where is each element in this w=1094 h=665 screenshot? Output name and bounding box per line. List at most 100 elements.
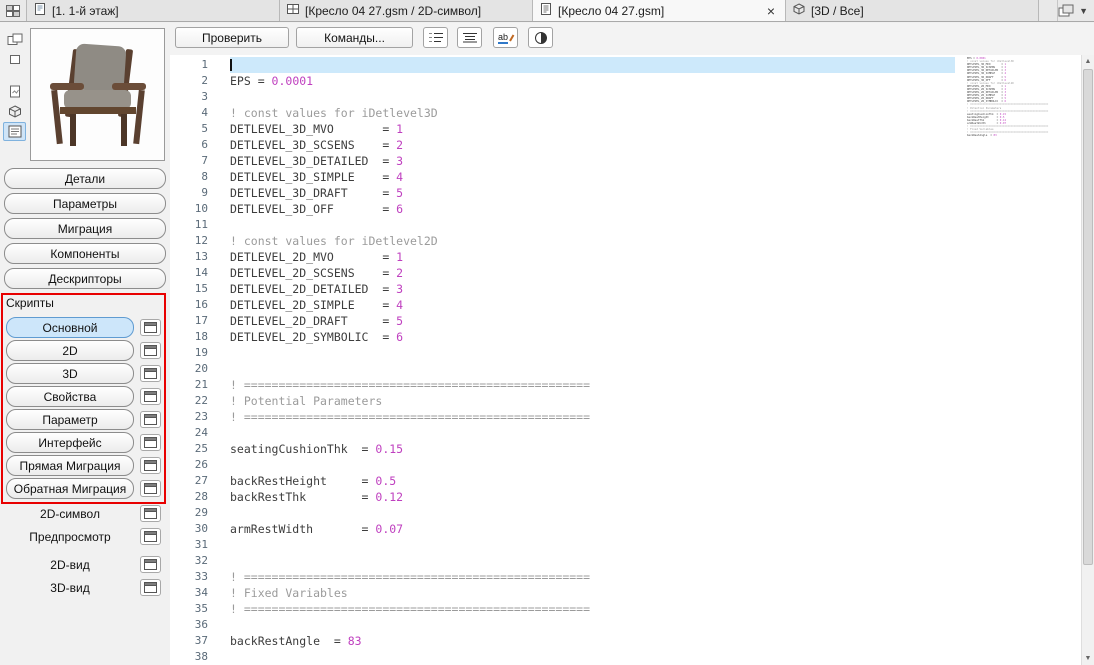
line-number: 4 — [170, 105, 208, 121]
open-in-new-window-icon[interactable] — [140, 388, 161, 405]
code-line[interactable]: 37backRestAngle = 83 — [170, 633, 1081, 649]
pane-layout-icon[interactable] — [0, 0, 27, 21]
code-line[interactable]: 24 — [170, 425, 1081, 441]
scroll-up-icon[interactable]: ▲ — [1082, 55, 1094, 68]
nav-button-4[interactable]: Компоненты — [4, 243, 166, 264]
code-line[interactable]: 14DETLEVEL_2D_SCSENS = 2 — [170, 265, 1081, 281]
script-button-8[interactable]: Обратная Миграция — [6, 478, 134, 499]
preview-script-icon[interactable] — [3, 122, 26, 141]
open-in-new-window-icon[interactable] — [140, 365, 161, 382]
code-line[interactable]: 10DETLEVEL_3D_OFF = 6 — [170, 201, 1081, 217]
open-in-new-window-icon[interactable] — [140, 319, 161, 336]
open-in-new-window-icon[interactable] — [140, 579, 161, 596]
open-in-new-window-icon[interactable] — [140, 434, 161, 451]
code-text: ! Potential Parameters — [230, 393, 955, 409]
code-line[interactable]: 33! ====================================… — [170, 569, 1081, 585]
code-line[interactable]: 15DETLEVEL_2D_DETAILED = 3 — [170, 281, 1081, 297]
view-label[interactable]: Предпросмотр — [6, 530, 134, 544]
nav-button-3[interactable]: Миграция — [4, 218, 166, 239]
script-button-4[interactable]: Свойства — [6, 386, 134, 407]
code-line[interactable]: 20 — [170, 361, 1081, 377]
code-line[interactable]: 4! const values for iDetlevel3D — [170, 105, 1081, 121]
code-line[interactable]: 35! ====================================… — [170, 601, 1081, 617]
open-in-new-window-icon[interactable] — [140, 556, 161, 573]
nav-button-1[interactable]: Детали — [4, 168, 166, 189]
script-button-3[interactable]: 3D — [6, 363, 134, 384]
code-line[interactable]: 3 — [170, 89, 1081, 105]
tab-close-icon[interactable]: × — [764, 4, 778, 18]
nav-button-2[interactable]: Параметры — [4, 193, 166, 214]
view-label[interactable]: 2D-символ — [6, 507, 134, 521]
preview-2d-symbol-icon[interactable] — [3, 30, 26, 49]
code-line[interactable]: 32 — [170, 553, 1081, 569]
view-label[interactable]: 2D-вид — [6, 558, 134, 572]
tab-2[interactable]: [Кресло 04 27.gsm / 2D-символ] — [280, 0, 533, 21]
line-number: 11 — [170, 217, 208, 233]
line-numbers-icon[interactable] — [423, 27, 448, 48]
code-line[interactable]: 36 — [170, 617, 1081, 633]
code-line[interactable]: 12! const values for iDetlevel2D — [170, 233, 1081, 249]
script-button-5[interactable]: Параметр — [6, 409, 134, 430]
code-line[interactable]: 22! Potential Parameters — [170, 393, 1081, 409]
code-line[interactable]: 27backRestHeight = 0.5 — [170, 473, 1081, 489]
code-line[interactable]: 2EPS = 0.0001 — [170, 73, 1081, 89]
text-format-icon[interactable] — [457, 27, 482, 48]
code-line[interactable]: 9DETLEVEL_3D_DRAFT = 5 — [170, 185, 1081, 201]
code-line[interactable]: 23! ====================================… — [170, 409, 1081, 425]
code-line[interactable]: 11 — [170, 217, 1081, 233]
open-in-new-window-icon[interactable] — [140, 480, 161, 497]
code-line[interactable]: 5DETLEVEL_3D_MVO = 1 — [170, 121, 1081, 137]
scroll-down-icon[interactable]: ▼ — [1082, 652, 1094, 665]
commands-button[interactable]: Команды... — [296, 27, 413, 48]
open-in-new-window-icon[interactable] — [140, 457, 161, 474]
view-label[interactable]: 3D-вид — [6, 581, 134, 595]
open-in-new-window-icon[interactable] — [140, 411, 161, 428]
code-line[interactable]: 31 — [170, 537, 1081, 553]
scrollbar-thumb[interactable] — [1083, 69, 1093, 565]
code-line[interactable]: 26 — [170, 457, 1081, 473]
code-line[interactable]: 19 — [170, 345, 1081, 361]
check-script-button[interactable]: Проверить — [175, 27, 289, 48]
syntax-coloring-icon[interactable]: ab — [493, 27, 518, 48]
preview-2d-view-icon[interactable] — [3, 50, 26, 69]
code-text — [230, 217, 955, 233]
script-button-6[interactable]: Интерфейс — [6, 432, 134, 453]
vertical-scrollbar[interactable]: ▲ ▼ — [1081, 55, 1094, 665]
tab-4[interactable]: [3D / Все] — [786, 0, 1039, 21]
tab-3[interactable]: [Кресло 04 27.gsm] × — [533, 0, 786, 21]
code-line[interactable]: 8DETLEVEL_3D_SIMPLE = 4 — [170, 169, 1081, 185]
open-in-new-window-icon[interactable] — [140, 342, 161, 359]
script-button-1[interactable]: Основной — [6, 317, 134, 338]
code-line[interactable]: 16DETLEVEL_2D_SIMPLE = 4 — [170, 297, 1081, 313]
preview-picture-icon[interactable] — [3, 82, 26, 101]
code-line[interactable]: 17DETLEVEL_2D_DRAFT = 5 — [170, 313, 1081, 329]
code-line[interactable]: 6DETLEVEL_3D_SCSENS = 2 — [170, 137, 1081, 153]
preview-3d-view-icon[interactable] — [3, 102, 26, 121]
symbol-preview-rows: 2D-символ Предпросмотр — [6, 503, 166, 549]
code-line[interactable]: 13DETLEVEL_2D_MVO = 1 — [170, 249, 1081, 265]
open-in-new-window-icon[interactable] — [140, 528, 161, 545]
code-line[interactable]: 7DETLEVEL_3D_DETAILED = 3 — [170, 153, 1081, 169]
code-line[interactable]: 38 — [170, 649, 1081, 665]
code-text: DETLEVEL_3D_MVO = 1 — [230, 121, 955, 137]
script-button-7[interactable]: Прямая Миграция — [6, 455, 134, 476]
code-editor[interactable]: 12EPS = 0.000134! const values for iDetl… — [170, 55, 1081, 665]
line-number: 9 — [170, 185, 208, 201]
code-line[interactable]: 28backRestThk = 0.12 — [170, 489, 1081, 505]
script-button-2[interactable]: 2D — [6, 340, 134, 361]
code-minimap[interactable]: EPS = 0.0001! const values for iDetlevel… — [963, 55, 1078, 177]
code-line[interactable]: 18DETLEVEL_2D_SYMBOLIC = 6 — [170, 329, 1081, 345]
code-line[interactable]: 21! ====================================… — [170, 377, 1081, 393]
line-number: 27 — [170, 473, 208, 489]
open-in-new-window-icon[interactable] — [140, 505, 161, 522]
code-line[interactable]: 1 — [170, 57, 1081, 73]
code-text — [230, 649, 955, 665]
nav-button-5[interactable]: Дескрипторы — [4, 268, 166, 289]
invert-colors-icon[interactable] — [528, 27, 553, 48]
tab-overflow-menu-button[interactable]: ▼ — [1057, 0, 1094, 21]
code-line[interactable]: 29 — [170, 505, 1081, 521]
tab-1[interactable]: [1. 1-й этаж] — [27, 0, 280, 21]
code-line[interactable]: 30armRestWidth = 0.07 — [170, 521, 1081, 537]
code-line[interactable]: 34! Fixed Variables — [170, 585, 1081, 601]
code-line[interactable]: 25seatingCushionThk = 0.15 — [170, 441, 1081, 457]
